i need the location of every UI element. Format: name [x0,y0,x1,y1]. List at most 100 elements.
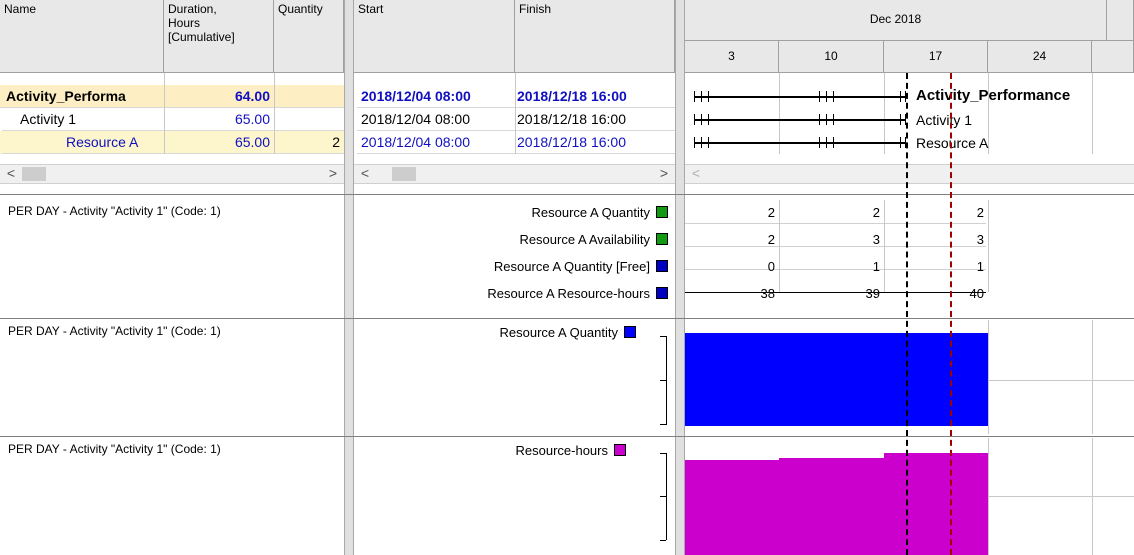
row-duration: 65.00 [164,131,274,154]
histogram-bar[interactable] [685,460,779,555]
gantt-bar-label: Resource A [916,135,989,151]
chart-axis-tick [660,453,666,454]
table-row-line [685,223,986,224]
splitter-right[interactable] [675,0,685,555]
gantt-bar-tick [833,137,834,148]
chart-axis-tick [660,540,666,541]
panel-divider[interactable] [0,436,1134,437]
table-cell: 39 [865,286,880,301]
timescale-week-next [1092,41,1134,73]
gantt-bar-tick [833,91,834,102]
timescale-month: Dec 2018 [685,0,1107,41]
column-header-finish[interactable]: Finish [515,0,675,73]
table-cell: 3 [976,232,984,247]
scroll-right-arrow[interactable]: > [324,165,342,183]
chart-gridline-h [988,380,1134,381]
legend-swatch [656,287,668,299]
column-header-duration[interactable]: Duration, Hours [Cumulative] [164,0,274,73]
legend-item: Resource A Quantity [354,202,668,224]
gantt-bar-tick [701,91,702,102]
row-quantity [274,85,344,108]
gantt-bar-tick [833,114,834,125]
histogram-bar[interactable] [685,333,988,426]
legend-item: Resource A Quantity [Free] [354,256,668,278]
gantt-bar-tick [819,114,820,125]
table-cell: 2 [767,232,775,247]
grid-divider [515,73,516,154]
row-finish: 2018/12/18 16:00 [515,85,675,108]
date-marker-line [906,73,908,555]
chart-axis-tick [660,336,666,337]
column-header-name[interactable]: Name [0,0,164,73]
scroll-left-arrow[interactable]: < [687,165,705,183]
legend-swatch [656,206,668,218]
gantt-bar-label: Activity 1 [916,112,973,128]
row-duration: 65.00 [164,108,274,131]
gantt-bar-tick [694,91,695,102]
scroll-thumb[interactable] [392,167,416,181]
chart-axis-tick [660,496,666,497]
row-start: 2018/12/04 08:00 [357,108,515,131]
gantt-bar-tick [826,91,827,102]
gantt-bar-tick [819,91,820,102]
gantt-bar[interactable] [694,96,906,98]
histogram-bar[interactable] [884,453,988,555]
table-cell: 2 [767,205,775,220]
timescale-month-next [1107,0,1134,41]
table-cell: 2 [976,205,984,220]
table-cell: 38 [760,286,775,301]
gantt-bar-tick [708,137,709,148]
grid-divider [274,73,275,154]
scroll-thumb[interactable] [22,167,46,181]
table-cell: 3 [872,232,880,247]
gantt-bar-tick [694,137,695,148]
chart-axis [666,336,667,425]
table-cell: 2 [872,205,880,220]
table-cell: 1 [872,259,880,274]
timescale-week-17: 17 [884,41,988,73]
gantt-bar-tick [826,114,827,125]
legend-item: Resource-hours [354,440,626,462]
legend-item: Resource A Availability [354,229,668,251]
chart-axis-tick [660,380,666,381]
panel-divider[interactable] [0,194,1134,195]
scroll-left-arrow[interactable]: < [2,165,20,183]
row-name: Resource A [2,131,164,154]
scrollbar-names[interactable]: < > [0,164,344,184]
panel-title: PER DAY - Activity "Activity 1" (Code: 1… [8,442,221,456]
panel-divider[interactable] [0,318,1134,319]
row-finish: 2018/12/18 16:00 [515,108,675,131]
gantt-bar[interactable] [694,119,906,121]
gantt-bar-tick [701,137,702,148]
row-quantity [274,108,344,131]
legend-swatch [656,260,668,272]
gantt-gridline [1092,73,1093,154]
row-duration: 64.00 [164,85,274,108]
gantt-bar-tick [701,114,702,125]
scrollbar-dates[interactable]: < > [354,164,675,184]
timescale-week-24: 24 [988,41,1092,73]
gantt-bar-tick [694,114,695,125]
row-name: Activity 1 [2,108,164,131]
table-column-line [988,200,989,292]
gantt-bar-tick [708,114,709,125]
chart-gridline-h [988,496,1134,497]
table-cell: 40 [969,286,984,301]
gantt-bar-label: Activity_Performance [916,87,1071,104]
scrollbar-gantt[interactable]: < [685,164,1134,184]
gantt-bar[interactable] [694,142,906,144]
column-header-quantity[interactable]: Quantity [274,0,344,73]
gantt-bar-tick [819,137,820,148]
scroll-left-arrow[interactable]: < [356,165,374,183]
legend-swatch [614,444,626,456]
splitter-left[interactable] [344,0,354,555]
histogram-bar[interactable] [779,458,884,555]
chart-axis-tick [660,424,666,425]
row-start: 2018/12/04 08:00 [357,131,515,154]
timescale-week-10: 10 [779,41,884,73]
column-header-start[interactable]: Start [354,0,515,73]
chart-gridline [988,320,989,434]
chart-gridline [1092,320,1093,434]
row-name: Activity_Performa [2,85,164,108]
scroll-right-arrow[interactable]: > [655,165,673,183]
